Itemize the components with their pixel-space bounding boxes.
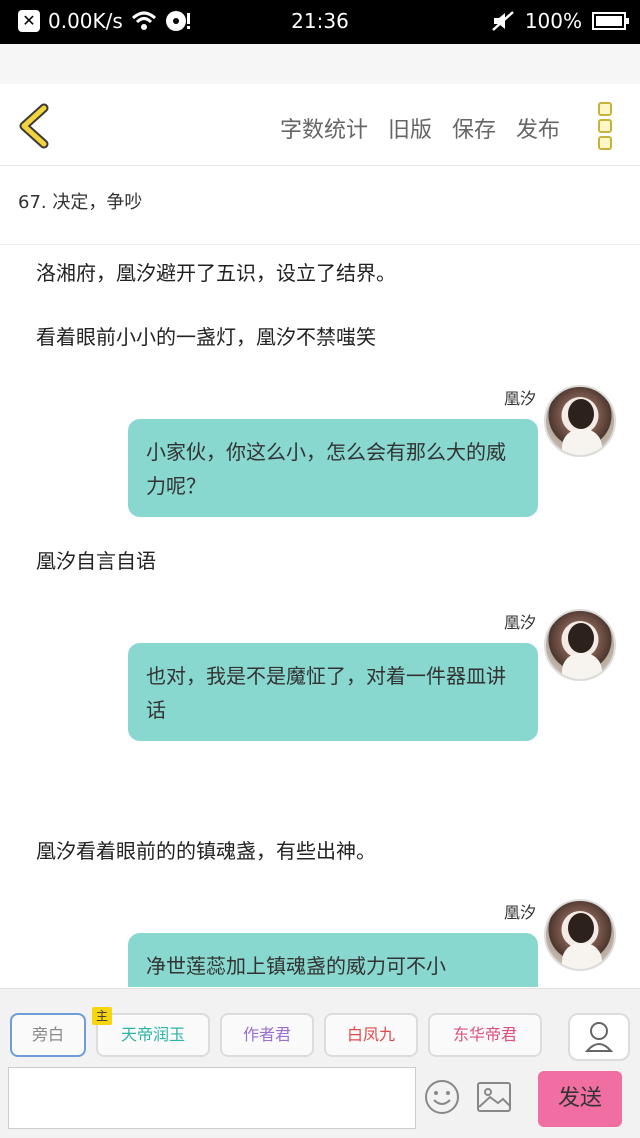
- narration-line: 凰汐自言自语: [36, 549, 156, 573]
- narration-line: 看着眼前小小的一盏灯，凰汐不禁嗤笑: [36, 325, 376, 349]
- word-count-button[interactable]: 字数统计: [280, 112, 368, 144]
- role-chip-label: 白凤九: [346, 1025, 395, 1044]
- publish-button[interactable]: 发布: [516, 112, 560, 144]
- message-input[interactable]: [8, 1067, 416, 1129]
- image-icon[interactable]: [476, 1079, 512, 1115]
- mute-icon: [491, 11, 514, 31]
- speaker-name: 凰汐: [503, 903, 536, 922]
- user-icon: [584, 1022, 614, 1052]
- role-chip-label: 天帝润玉: [120, 1025, 185, 1044]
- emoji-icon[interactable]: [424, 1079, 460, 1115]
- back-arrow-icon[interactable]: [14, 102, 54, 150]
- battery-percent: 100%: [524, 9, 582, 33]
- status-bar: ✕ 0.00K/s 21:36 100%: [0, 0, 640, 44]
- editor-header: 字数统计 旧版 保存 发布: [0, 84, 640, 166]
- save-button[interactable]: 保存: [452, 112, 496, 144]
- role-chip-author[interactable]: 作者君: [220, 1013, 314, 1057]
- speaker-name: 凰汐: [503, 389, 536, 408]
- composer: 旁白 主 天帝润玉 作者君 白凤九 东华帝君 发送: [0, 988, 640, 1138]
- toolbar: 字数统计 旧版 保存 发布: [280, 112, 560, 144]
- role-chip-label: 作者君: [242, 1025, 291, 1044]
- send-button[interactable]: 发送: [538, 1071, 622, 1127]
- more-menu-icon[interactable]: [598, 102, 614, 150]
- old-version-button[interactable]: 旧版: [388, 112, 432, 144]
- main-role-badge: 主: [92, 1007, 112, 1025]
- role-chip-narration[interactable]: 旁白: [10, 1013, 86, 1057]
- narration-line: 凰汐看着眼前的的镇魂盏，有些出神。: [36, 839, 376, 863]
- avatar[interactable]: [544, 609, 616, 681]
- add-role-button[interactable]: [568, 1013, 630, 1061]
- avatar[interactable]: [544, 385, 616, 457]
- battery-icon: [592, 12, 629, 30]
- chapter-title: 67. 决定，争吵: [18, 192, 143, 213]
- role-chip-label: 东华帝君: [452, 1025, 517, 1044]
- role-chip-donghua[interactable]: 东华帝君: [428, 1013, 542, 1057]
- role-chips: 旁白 主 天帝润玉 作者君 白凤九 东华帝君: [10, 1007, 542, 1057]
- chat-bubble[interactable]: 也对，我是不是魔怔了，对着一件器皿讲话: [128, 643, 538, 741]
- avatar[interactable]: [544, 899, 616, 971]
- chat-bubble[interactable]: 小家伙，你这么小，怎么会有那么大的威力呢？: [128, 419, 538, 517]
- top-strip: [0, 44, 640, 84]
- chat-bubble[interactable]: 净世莲蕊加上镇魂盏的威力可不小: [128, 933, 538, 987]
- role-chip-bai-fengjiu[interactable]: 白凤九: [324, 1013, 418, 1057]
- story-content[interactable]: 洛湘府，凰汐避开了五识，设立了结界。 看着眼前小小的一盏灯，凰汐不禁嗤笑 凰汐 …: [0, 245, 640, 987]
- narration-line: 洛湘府，凰汐避开了五识，设立了结界。: [36, 261, 396, 285]
- role-chip-label: 旁白: [31, 1025, 64, 1044]
- role-chip-main[interactable]: 主 天帝润玉: [92, 1007, 210, 1057]
- speaker-name: 凰汐: [503, 613, 536, 632]
